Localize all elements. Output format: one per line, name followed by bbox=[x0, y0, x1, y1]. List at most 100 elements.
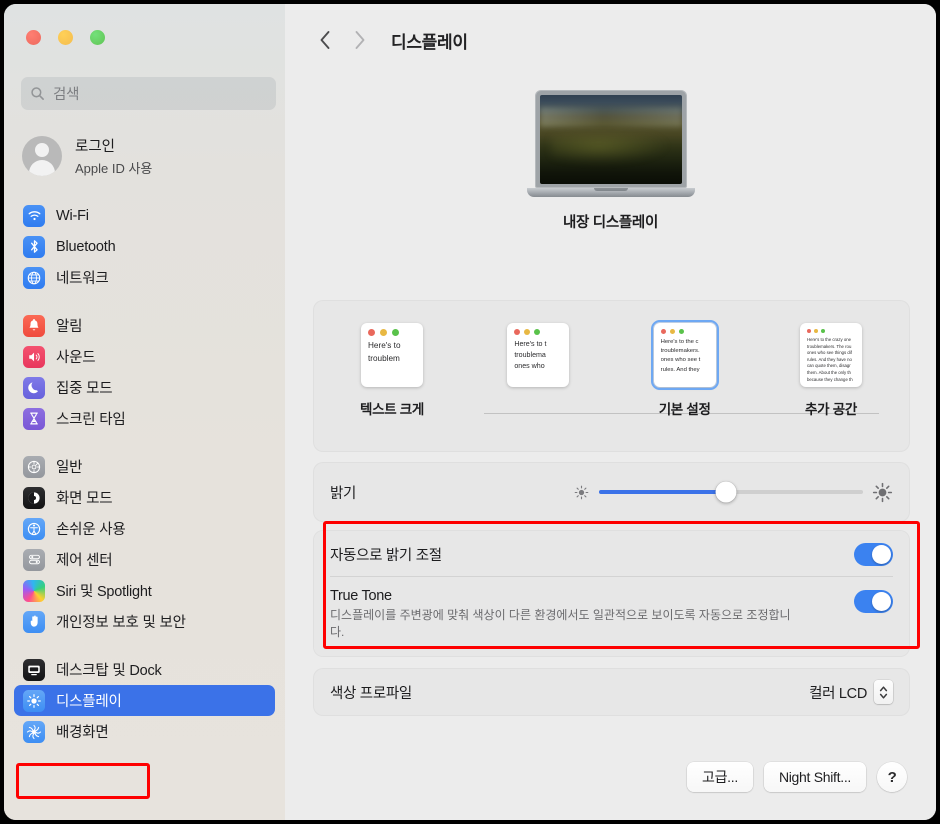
bluetooth-icon bbox=[23, 235, 45, 258]
zoom-button[interactable] bbox=[90, 30, 105, 45]
selected-item-annotation bbox=[16, 763, 150, 799]
avatar bbox=[22, 136, 62, 176]
resolution-slider-track[interactable] bbox=[484, 413, 879, 414]
sidebar-item-label: 배경화면 bbox=[56, 725, 109, 741]
sidebar-item-label: 제어 센터 bbox=[56, 553, 113, 569]
sidebar-item-privacy-hand[interactable]: 개인정보 보호 및 보안 bbox=[14, 606, 275, 637]
help-button[interactable]: ? bbox=[877, 762, 907, 792]
display-hero: 내장 디스플레이 bbox=[285, 90, 936, 232]
sidebar-item-label: 집중 모드 bbox=[56, 381, 113, 397]
thumbnail-traffic-lights bbox=[800, 323, 862, 337]
sidebar-item-moon[interactable]: 집중 모드 bbox=[14, 372, 275, 403]
speaker-icon bbox=[23, 345, 45, 368]
close-button[interactable] bbox=[26, 30, 41, 45]
control-center-icon bbox=[23, 548, 45, 571]
account-subtitle: Apple ID 사용 bbox=[75, 161, 153, 176]
display-name-label: 내장 디스플레이 bbox=[562, 215, 658, 231]
thumbnail-text: Here's to the c troublemakers. ones who se… bbox=[660, 339, 701, 373]
sidebar-item-display-brightness[interactable]: 디스플레이 bbox=[14, 685, 275, 716]
search-placeholder: 검색 bbox=[53, 87, 80, 103]
resolution-options: Here's to troublem 텍스트 크게 Here's to t troubl… bbox=[314, 301, 909, 418]
display-brightness-icon bbox=[23, 689, 45, 712]
sidebar-item-accessibility[interactable]: 손쉬운 사용 bbox=[14, 513, 275, 544]
sidebar-item-label: 사운드 bbox=[56, 350, 96, 366]
toolbar: 디스플레이 bbox=[285, 4, 936, 76]
sidebar-item-label: 손쉬운 사용 bbox=[56, 522, 126, 538]
sidebar-item-hourglass[interactable]: 스크린 타임 bbox=[14, 403, 275, 434]
desktop-dock-icon bbox=[23, 658, 45, 681]
resolution-option[interactable]: Here's to the crazy one troublemakers. Th… bbox=[769, 323, 893, 418]
sidebar-item-appearance[interactable]: 화면 모드 bbox=[14, 482, 275, 513]
auto-brightness-toggle[interactable] bbox=[854, 542, 893, 566]
sidebar-item-control-center[interactable]: 제어 센터 bbox=[14, 544, 275, 575]
resolution-label: 추가 공간 bbox=[805, 402, 857, 417]
sidebar-item-speaker[interactable]: 사운드 bbox=[14, 341, 275, 372]
night-shift-button[interactable]: Night Shift... bbox=[763, 762, 866, 792]
sidebar-item-label: 알림 bbox=[56, 319, 83, 335]
brightness-slider[interactable] bbox=[573, 481, 893, 503]
sidebar-item-label: Bluetooth bbox=[56, 238, 116, 255]
sidebar: 검색 로그인 Apple ID 사용 Wi-Fi Bluetooth 네트워크알림사… bbox=[4, 4, 285, 820]
brightness-row: 밝기 bbox=[314, 463, 909, 521]
wallpaper-icon bbox=[23, 720, 45, 743]
resolution-option[interactable]: Here's to t troublema ones who bbox=[476, 323, 600, 398]
true-tone-description: 디스플레이를 주변광에 맞춰 색상이 다른 환경에서도 일관적으로 보이도록 자… bbox=[330, 608, 791, 640]
appearance-icon bbox=[23, 486, 45, 509]
sidebar-item-wallpaper[interactable]: 배경화면 bbox=[14, 716, 275, 747]
siri-icon bbox=[23, 579, 45, 602]
resolution-option[interactable]: Here's to troublem 텍스트 크게 bbox=[330, 323, 454, 418]
true-tone-label: True Tone bbox=[330, 588, 392, 604]
search-input[interactable]: 검색 bbox=[21, 77, 276, 110]
main-content: 디스플레이 내장 디스플레이 Here's to troublem 텍스트 크게 He… bbox=[285, 4, 936, 820]
true-tone-row: True Tone 디스플레이를 주변광에 맞춰 색상이 다른 환경에서도 일관… bbox=[314, 577, 909, 656]
sidebar-item-label: 화면 모드 bbox=[56, 491, 113, 507]
sidebar-item-label: 디스플레이 bbox=[56, 694, 122, 710]
resolution-option[interactable]: Here's to the c troublemakers. ones who se… bbox=[623, 319, 747, 418]
back-button[interactable] bbox=[308, 23, 342, 57]
sidebar-item-bell[interactable]: 알림 bbox=[14, 310, 275, 341]
resolution-thumbnail[interactable]: Here's to the crazy one troublemakers. Th… bbox=[799, 323, 862, 387]
account-name: 로그인 bbox=[75, 139, 116, 155]
thumbnail-text: Here's to t troublema ones who bbox=[514, 340, 547, 370]
bell-icon bbox=[23, 314, 45, 337]
globe-icon bbox=[23, 266, 45, 289]
display-options-card: 밝기 자동으로 밝기 조절 True Tone 디스플레이를 주변광에 맞춰 색… bbox=[314, 463, 920, 723]
true-tone-toggle[interactable] bbox=[854, 590, 893, 613]
color-profile-value: 컬러 LCD bbox=[809, 685, 867, 702]
gear-icon bbox=[23, 455, 45, 478]
sidebar-item-desktop-dock[interactable]: 데스크탑 및 Dock bbox=[14, 654, 275, 685]
account-row[interactable]: 로그인 Apple ID 사용 bbox=[22, 130, 272, 182]
sidebar-item-globe[interactable]: 네트워크 bbox=[14, 262, 275, 293]
resolution-label: 기본 설정 bbox=[658, 402, 711, 417]
resolution-thumbnail[interactable]: Here's to t troublema ones who bbox=[507, 323, 570, 387]
sidebar-item-siri[interactable]: Siri 및 Spotlight bbox=[14, 575, 275, 606]
advanced-button[interactable]: 고급... bbox=[687, 762, 753, 792]
sidebar-item-wifi[interactable]: Wi-Fi bbox=[14, 200, 275, 231]
thumbnail-traffic-lights bbox=[361, 323, 423, 340]
privacy-hand-icon bbox=[23, 610, 45, 633]
sidebar-item-label: 개인정보 보호 및 보안 bbox=[56, 615, 186, 631]
resolution-thumbnail[interactable]: Here's to troublem bbox=[361, 323, 423, 387]
search-icon bbox=[31, 87, 44, 100]
resolution-card: Here's to troublem 텍스트 크게 Here's to t troubl… bbox=[314, 301, 909, 451]
sidebar-item-bluetooth[interactable]: Bluetooth bbox=[14, 231, 275, 262]
sidebar-nav: Wi-Fi Bluetooth 네트워크알림사운드집중 모드스크린 타임일반화면 모… bbox=[4, 200, 285, 747]
thumbnail-traffic-lights bbox=[654, 323, 716, 338]
sidebar-item-label: 네트워크 bbox=[56, 271, 109, 287]
system-settings-window: 검색 로그인 Apple ID 사용 Wi-Fi Bluetooth 네트워크알림사… bbox=[4, 4, 936, 820]
sidebar-item-label: 일반 bbox=[56, 460, 83, 476]
thumbnail-text: Here's to the crazy one troublemakers. Th… bbox=[806, 337, 853, 382]
minimize-button[interactable] bbox=[58, 30, 73, 45]
chevron-up-down-icon[interactable] bbox=[874, 680, 893, 704]
wifi-icon bbox=[23, 204, 45, 227]
brightness-thumb[interactable] bbox=[715, 481, 737, 503]
color-profile-row: 색상 프로파일 컬러 LCD bbox=[314, 669, 909, 715]
macbook-icon bbox=[526, 90, 695, 197]
forward-button[interactable] bbox=[342, 23, 376, 57]
sidebar-item-label: 스크린 타임 bbox=[56, 412, 126, 428]
resolution-thumbnail[interactable]: Here's to the c troublemakers. ones who se… bbox=[650, 319, 720, 391]
brightness-track[interactable] bbox=[599, 481, 863, 503]
sidebar-item-gear[interactable]: 일반 bbox=[14, 451, 275, 482]
chevron-right-icon bbox=[355, 31, 364, 49]
color-profile-popup[interactable]: 컬러 LCD bbox=[809, 680, 893, 704]
